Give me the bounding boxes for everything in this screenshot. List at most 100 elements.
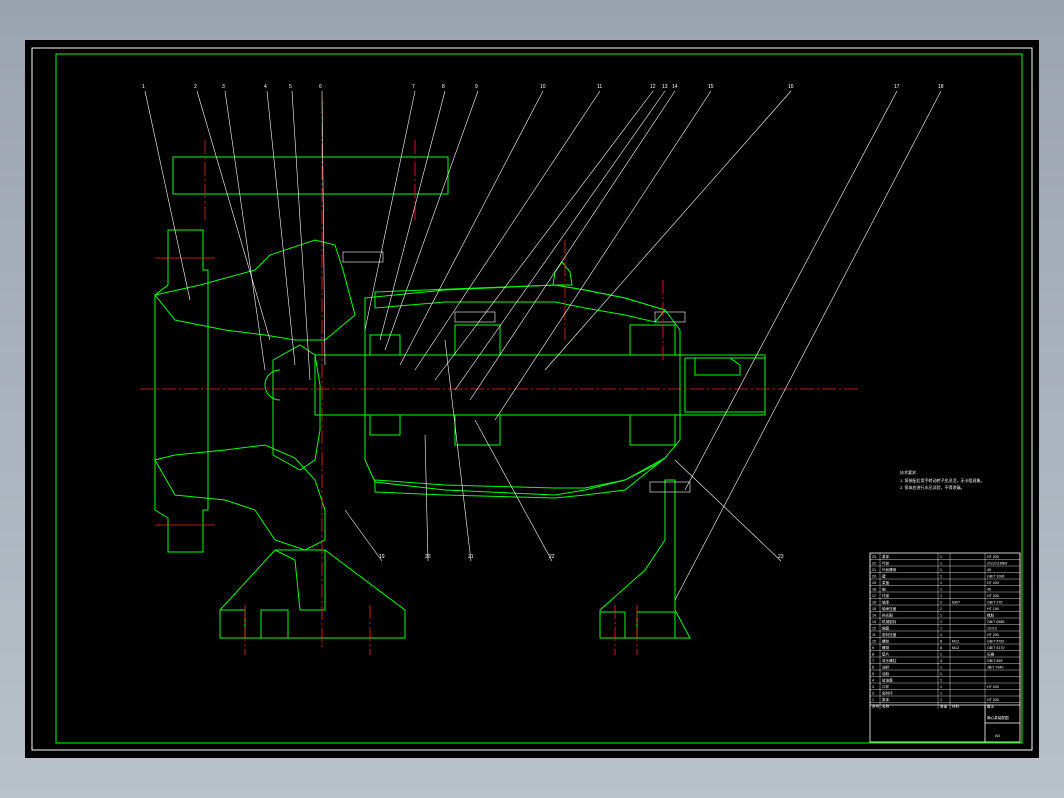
- bom-no: 16: [872, 601, 876, 605]
- bom-name: 泵盖: [882, 580, 890, 585]
- bom-std: ZG1Cr18Ni9: [987, 562, 1007, 566]
- bearing-rear-lower: [629, 414, 676, 446]
- bom-name: 叶轮螺母: [882, 567, 897, 572]
- bom-std: HT 200: [987, 555, 999, 559]
- leader-line-16: [544, 90, 792, 371]
- outer-border: [31, 47, 1033, 751]
- callout-15: 15: [708, 84, 714, 90]
- callout-group: 1 2 3 4 5 6 7 8 9 10 11 12 13 14 15 16 17 1819 20 21 22 23: [142, 84, 944, 601]
- bom-qty: 1: [940, 588, 942, 592]
- bom-qty: 1: [940, 581, 942, 585]
- bom-no: 6: [872, 666, 874, 670]
- bom-spec: M12: [952, 640, 959, 644]
- bom-qty: 1: [940, 698, 942, 702]
- bom-qty: 1: [940, 672, 942, 676]
- bom-qty: 1: [940, 614, 942, 618]
- callout-4: 4: [264, 84, 267, 90]
- leader-line-6: [321, 90, 326, 366]
- leader-line-19: [344, 509, 383, 562]
- bom-std: 45: [987, 588, 991, 592]
- bolt-foot: [649, 481, 691, 493]
- bom-no: 15: [872, 607, 876, 611]
- callout-5: 5: [289, 84, 292, 90]
- bom-std: GB/T 276: [987, 601, 1002, 605]
- bom-no: 7: [872, 659, 874, 663]
- bom-std: GB/T 1096: [987, 575, 1004, 579]
- mech-seal-lower: [369, 414, 401, 436]
- bom-no: 5: [872, 672, 874, 676]
- bom-name: 螺栓: [882, 639, 890, 644]
- bom-name: 轴套: [882, 626, 890, 631]
- pump-foot: [219, 549, 406, 639]
- leader-line-18: [674, 90, 942, 601]
- leader-line-17: [684, 90, 898, 491]
- callout-19: 19: [379, 554, 385, 560]
- callout-21: 21: [468, 554, 474, 560]
- bom-std: GB/T 899: [987, 659, 1002, 663]
- bom-name: 泵体: [882, 697, 890, 702]
- foot-bolt-left: [219, 609, 246, 639]
- bom-std: 橡胶: [987, 613, 995, 618]
- volute-upper: [154, 239, 356, 341]
- bom-no: 4: [872, 679, 874, 683]
- bom-std: 45: [987, 568, 991, 572]
- bom-header-name: 名称: [882, 704, 890, 709]
- bom-header-std: 备注: [987, 704, 995, 709]
- bom-std: HT 200: [987, 633, 999, 637]
- bom-qty: 1: [940, 666, 942, 670]
- leader-line-14: [469, 90, 676, 401]
- bom-spec: M12: [952, 646, 959, 650]
- bearing-front-upper: [454, 324, 501, 356]
- callout-11: 11: [597, 84, 602, 90]
- bom-std: HT 200: [987, 594, 999, 598]
- bom-qty: 1: [940, 620, 942, 624]
- notes-line-1: 1. 泵装配后用手转动转子应灵活，无卡阻现象。: [900, 477, 984, 483]
- callout-1: 1: [142, 84, 145, 90]
- callout-20: 20: [425, 554, 431, 560]
- bracket-foot: [599, 479, 691, 639]
- bracket-foot-bolt: [599, 611, 626, 639]
- callout-18: 18: [938, 84, 944, 90]
- title-block: 离心泵装配图 A0 23 泵体 1 HT 20022 叶轮 1 ZG1Cr18Ni921 叶轮…: [869, 552, 1021, 743]
- leader-line-10: [399, 90, 544, 366]
- callout-23: 23: [778, 554, 784, 560]
- foot-web: [274, 549, 326, 611]
- bom-name: 双头螺柱: [882, 658, 897, 663]
- bom-no: 10: [872, 640, 876, 644]
- callout-9: 9: [475, 84, 478, 90]
- bom-qty: 1: [940, 562, 942, 566]
- leader-line-3: [224, 90, 266, 371]
- bom-no: 18: [872, 588, 876, 592]
- bom-header-spec: 材料: [952, 704, 960, 709]
- bom-std: HT 200: [987, 581, 999, 585]
- bom-name: 油杯: [882, 665, 890, 670]
- bom-qty: 8: [940, 640, 942, 644]
- bom-header-qty: 数量: [940, 704, 948, 709]
- bom-std: 石棉: [987, 652, 995, 657]
- bom-std: HT 150: [987, 607, 999, 611]
- shaft-key: [694, 357, 741, 376]
- drawing-title: 离心泵装配图: [987, 715, 1009, 720]
- bom-name: 叶轮: [882, 561, 890, 566]
- bom-name: 口环: [882, 685, 890, 689]
- notes-title: 技术要求: [900, 469, 916, 475]
- bom-qty: 1: [940, 692, 942, 696]
- callout-6: 6: [319, 84, 322, 90]
- bom-qty: 4: [940, 659, 942, 663]
- bom-name: 放油塞: [882, 678, 893, 683]
- discharge-flange: [172, 156, 449, 195]
- bracket-top-wall: [374, 284, 666, 323]
- bom-no: 12: [872, 627, 876, 631]
- drawing-sheet: 1 2 3 4 5 6 7 8 9 10 11 12 13 14 15 16 17 18 19 20 21 22 23 技术…: [25, 40, 1039, 758]
- leader-line-23: [674, 459, 782, 562]
- bom-std: 1Cr13: [987, 627, 997, 631]
- bom-no: 13: [872, 620, 876, 624]
- foot-bolt-right: [260, 609, 289, 639]
- oil-cup: [552, 261, 573, 286]
- bom-no: 1: [872, 698, 874, 702]
- leader-line-9: [384, 90, 479, 351]
- bom-qty: 1: [940, 679, 942, 683]
- bom-name: 挡水圈: [882, 613, 893, 618]
- leader-line-13: [454, 90, 666, 391]
- notes-line-2: 2. 泵体应进行水压试验，不得渗漏。: [900, 484, 964, 490]
